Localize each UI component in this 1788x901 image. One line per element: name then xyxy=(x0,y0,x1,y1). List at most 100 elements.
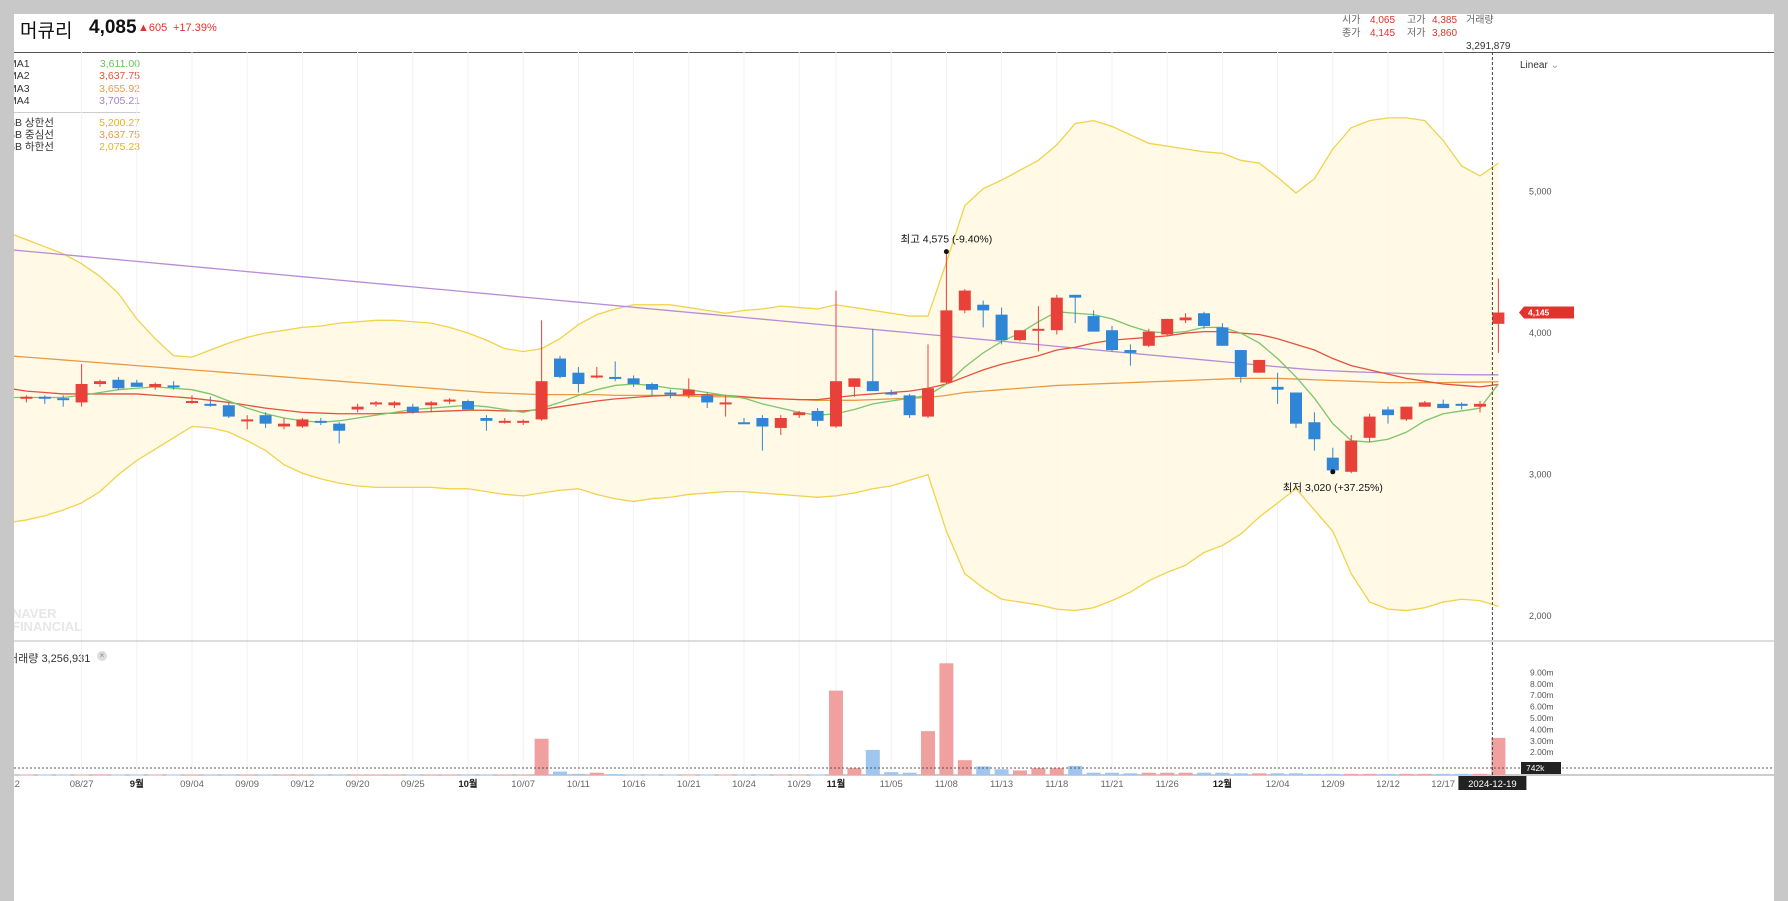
volume-bar xyxy=(332,774,347,776)
x-tick-label: 10/29 xyxy=(787,779,811,790)
candle-body xyxy=(370,402,382,405)
volume-bar xyxy=(1013,770,1027,775)
volume-bar xyxy=(589,772,604,775)
volume-bar xyxy=(994,769,1009,775)
candle-body xyxy=(1142,331,1155,346)
x-tick-label: 09/25 xyxy=(401,779,425,790)
x-tick-label: 11/13 xyxy=(990,779,1013,790)
volume-bar xyxy=(111,774,126,776)
volume-bar xyxy=(810,774,825,776)
volume-bar xyxy=(1270,773,1285,775)
volume-bar xyxy=(1362,773,1377,775)
candle-body xyxy=(38,396,51,399)
candle-body xyxy=(296,419,309,427)
x-tick-label: 11/18 xyxy=(1045,779,1068,790)
volume-tick-label: 5.00m xyxy=(1530,713,1554,723)
x-tick-label: 10/16 xyxy=(622,779,646,790)
volume-bar xyxy=(755,774,770,776)
candle-body xyxy=(609,376,622,379)
candle-body xyxy=(1437,403,1450,409)
volume-bar xyxy=(1252,773,1267,775)
volume-bar xyxy=(516,774,531,776)
volume-bar xyxy=(424,774,439,776)
volume-bar xyxy=(369,774,383,776)
candle-body xyxy=(1253,359,1266,373)
x-tick-label: 10/07 xyxy=(511,779,535,790)
current-price-label: 4,145 xyxy=(1528,308,1550,318)
volume-bar xyxy=(221,774,236,776)
volume-bar xyxy=(553,771,567,775)
x-tick-label: 10/11 xyxy=(567,779,590,790)
volume-bar xyxy=(1436,773,1451,775)
x-tick-label: 10월 xyxy=(458,778,477,790)
candle-body xyxy=(1455,403,1468,406)
candle-body xyxy=(241,419,254,422)
candle-body xyxy=(1400,406,1413,420)
x-tick-label: 11/21 xyxy=(1100,779,1123,790)
volume-bar xyxy=(1068,765,1083,775)
candle-body xyxy=(112,379,125,389)
volume-bar xyxy=(663,774,678,776)
volume-bar xyxy=(240,774,255,776)
candle-body xyxy=(517,420,530,423)
candle-body xyxy=(222,405,235,417)
candle-body xyxy=(958,290,971,311)
current-date-label: 2024-12-19 xyxy=(1468,779,1517,790)
volume-bar xyxy=(37,774,52,776)
candle-body xyxy=(167,385,180,388)
volume-bar xyxy=(442,774,457,776)
candle-body xyxy=(885,392,898,395)
extreme-marker xyxy=(943,249,949,255)
volume-bar xyxy=(185,774,199,776)
candle-body xyxy=(425,402,438,406)
candle-body xyxy=(1198,313,1210,326)
volume-bar xyxy=(405,774,420,776)
x-tick-label: 08/22 xyxy=(14,779,20,790)
candle-body xyxy=(830,381,842,427)
volume-bar xyxy=(1105,772,1119,775)
candle-body xyxy=(1216,327,1229,346)
volume-bar xyxy=(1381,773,1395,775)
candle-body xyxy=(756,418,769,427)
candle-body xyxy=(1087,316,1100,332)
candle-body xyxy=(1106,330,1118,351)
candle-body xyxy=(1161,318,1174,335)
volume-bar xyxy=(258,774,273,776)
candle-body xyxy=(406,406,419,413)
candle-body xyxy=(130,382,143,387)
candle-body xyxy=(1234,350,1247,377)
candle-body xyxy=(664,392,677,395)
candle-body xyxy=(903,395,916,416)
high-annotation: 최고 4,575 (-9.40%) xyxy=(901,234,993,246)
candle-body xyxy=(682,389,695,396)
x-tick-label: 08/27 xyxy=(70,779,94,790)
candle-body xyxy=(940,310,953,383)
candle-body xyxy=(259,415,272,424)
candle-body xyxy=(1290,392,1302,424)
bollinger-band-area xyxy=(14,117,1499,611)
candle-body xyxy=(149,384,162,387)
candle-body xyxy=(922,388,934,417)
volume-bar xyxy=(884,772,899,775)
candle-body xyxy=(590,375,603,378)
volume-bar xyxy=(295,774,310,776)
volume-bar xyxy=(737,774,751,776)
volume-tick-label: 6.00m xyxy=(1530,702,1554,712)
volume-bar xyxy=(1289,773,1303,775)
volume-bar xyxy=(56,774,71,776)
volume-bar xyxy=(497,774,512,776)
candle-body xyxy=(498,420,511,423)
volume-bar xyxy=(313,774,328,776)
volume-bar xyxy=(700,774,715,776)
candle-body xyxy=(1492,312,1505,324)
volume-tick-label: 7.00m xyxy=(1530,690,1554,700)
volume-tick-label: 8.00m xyxy=(1530,679,1554,689)
candle-body xyxy=(388,402,401,406)
candle-body xyxy=(646,384,658,390)
candle-body xyxy=(1363,416,1376,438)
candle-body xyxy=(554,358,566,377)
price-tick-label: 5,000 xyxy=(1529,186,1552,196)
volume-tick-label: 4.00m xyxy=(1530,724,1554,734)
volume-bar xyxy=(865,749,880,775)
x-tick-label: 11/05 xyxy=(880,779,903,790)
